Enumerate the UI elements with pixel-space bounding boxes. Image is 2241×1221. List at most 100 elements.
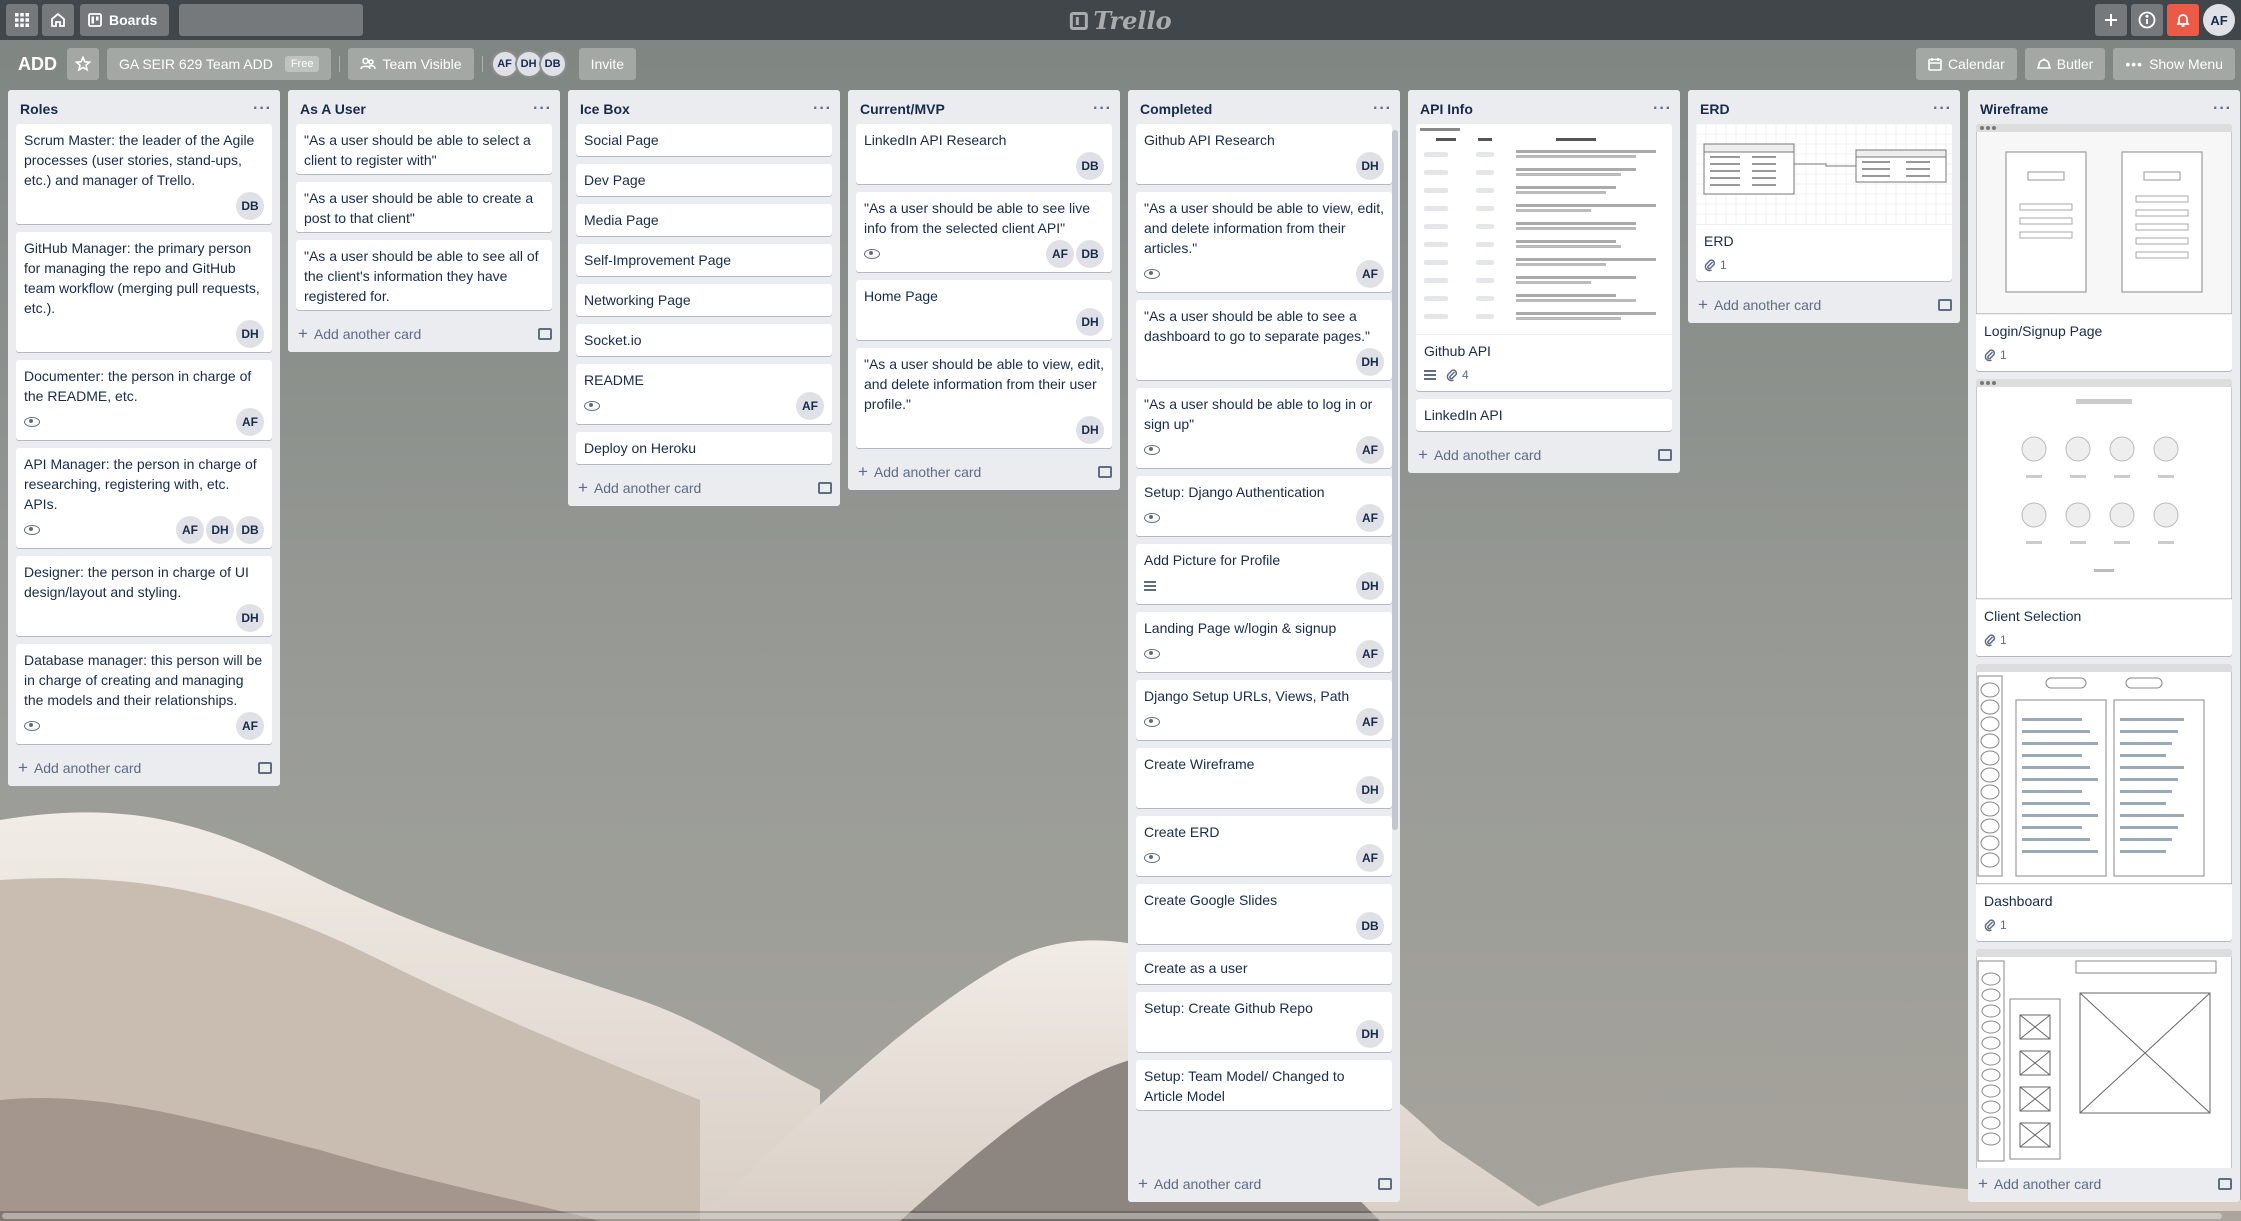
card[interactable]: "As a user should be able to view, edit,… (856, 348, 1112, 448)
add-card-button[interactable]: + Add another card (1128, 1168, 1400, 1202)
card[interactable]: GitHub Manager: the primary person for m… (16, 232, 272, 352)
card[interactable]: Setup: Team Model/ Changed to Article Mo… (1136, 1060, 1392, 1110)
card[interactable]: Deploy on Heroku (576, 432, 832, 464)
list-header[interactable]: Roles ··· (8, 90, 280, 124)
card[interactable]: LinkedIn API (1416, 399, 1672, 431)
card[interactable]: API Manager: the person in charge of res… (16, 448, 272, 548)
list-as-a-user[interactable]: As A User ··· "As a user should be able to… (288, 90, 560, 352)
card-member-avatar[interactable]: DH (1356, 152, 1384, 180)
card[interactable]: LinkedIn API Research DB (856, 124, 1112, 184)
invite-button[interactable]: Invite (578, 48, 637, 80)
list-title[interactable]: Completed (1140, 101, 1212, 117)
card[interactable]: Documenter: the person in charge of the … (16, 360, 272, 440)
list-menu-icon[interactable]: ··· (1933, 100, 1952, 118)
card-member-avatar[interactable]: AF (1356, 260, 1384, 288)
list-erd[interactable]: ERD ··· ERD 1 + Add another card (1688, 90, 1960, 323)
card[interactable]: Socket.io (576, 324, 832, 356)
card[interactable]: Create Wireframe DH (1136, 748, 1392, 808)
card[interactable]: Client Selection 1 (1976, 379, 2232, 656)
card-member-avatar[interactable]: AF (176, 516, 204, 544)
card-member-avatar[interactable]: DH (206, 516, 234, 544)
list-completed[interactable]: Completed ··· Github API Research DH "As a u… (1128, 90, 1400, 1202)
card[interactable]: "As a user should be able to create a po… (296, 182, 552, 232)
list-roles[interactable]: Roles ··· Scrum Master: the leader of the … (8, 90, 280, 786)
board-title[interactable]: ADD (10, 54, 67, 75)
list-menu-icon[interactable]: ··· (813, 100, 832, 118)
list-title[interactable]: Ice Box (580, 101, 630, 117)
visibility-button[interactable]: Team Visible (348, 48, 474, 80)
list-header[interactable]: As A User ··· (288, 90, 560, 124)
card[interactable]: Django Setup URLs, Views, Path AF (1136, 680, 1392, 740)
card-member-avatar[interactable]: DH (1356, 776, 1384, 804)
card-template-icon[interactable] (1098, 466, 1112, 478)
card-member-avatar[interactable]: AF (1356, 708, 1384, 736)
card-member-avatar[interactable]: AF (1356, 504, 1384, 532)
card[interactable]: ERD 1 (1696, 124, 1952, 281)
card[interactable]: Self-Improvement Page (576, 244, 832, 276)
card-member-avatar[interactable]: AF (1356, 844, 1384, 872)
card[interactable]: Landing Page w/login & signup AF (1136, 612, 1392, 672)
card[interactable]: Github API 4 (1416, 124, 1672, 391)
card[interactable]: Designer: the person in charge of UI des… (16, 556, 272, 636)
list-api-info[interactable]: API Info ··· Github API 4 LinkedIn API + Add … (1408, 90, 1680, 473)
add-card-button[interactable]: + Add another card (288, 318, 560, 352)
card-member-avatar[interactable]: DB (236, 516, 264, 544)
card[interactable]: Networking Page (576, 284, 832, 316)
card-template-icon[interactable] (1938, 299, 1952, 311)
card[interactable]: "As a user should be able to see a dashb… (1136, 300, 1392, 380)
card[interactable]: Social Page (576, 124, 832, 156)
card-member-avatar[interactable]: AF (1356, 436, 1384, 464)
team-button[interactable]: GA SEIR 629 Team ADD Free (107, 48, 332, 80)
member-avatar[interactable]: DB (538, 50, 567, 78)
card[interactable]: Setup: Django Authentication AF (1136, 476, 1392, 536)
card[interactable]: "As a user should be able to view, edit,… (1136, 192, 1392, 292)
card-member-avatar[interactable]: DB (1076, 152, 1104, 180)
star-board-button[interactable] (67, 48, 99, 80)
card-member-avatar[interactable]: DH (1076, 308, 1104, 336)
add-card-button[interactable]: + Add another card (568, 472, 840, 506)
card[interactable]: Articles (1976, 949, 2232, 1168)
list-menu-icon[interactable]: ··· (533, 100, 552, 118)
card-member-avatar[interactable]: AF (1356, 640, 1384, 668)
list-header[interactable]: Current/MVP ··· (848, 90, 1120, 124)
list-scrollbar[interactable] (1392, 130, 1398, 830)
list-title[interactable]: Roles (20, 101, 58, 117)
add-card-button[interactable]: + Add another card (1688, 289, 1960, 323)
card[interactable]: Login/Signup Page 1 (1976, 124, 2232, 371)
card[interactable]: "As a user should be able to log in or s… (1136, 388, 1392, 468)
list-current-mvp[interactable]: Current/MVP ··· LinkedIn API Research DB "As… (848, 90, 1120, 490)
list-ice-box[interactable]: Ice Box ··· Social Page Dev Page Media Page S… (568, 90, 840, 506)
list-title[interactable]: Wireframe (1980, 101, 2048, 117)
list-title[interactable]: ERD (1700, 101, 1730, 117)
card-member-avatar[interactable]: DH (1076, 416, 1104, 444)
card-template-icon[interactable] (258, 762, 272, 774)
list-title[interactable]: API Info (1420, 101, 1473, 117)
scrollbar-thumb[interactable] (2, 1213, 2222, 1219)
card[interactable]: Setup: Create Github Repo DH (1136, 992, 1392, 1052)
card[interactable]: Create as a user (1136, 952, 1392, 984)
card[interactable]: Dashboard 1 (1976, 664, 2232, 941)
card-member-avatar[interactable]: DH (1356, 1020, 1384, 1048)
board-horizontal-scrollbar[interactable] (0, 1211, 2241, 1221)
boards-button[interactable]: Boards (80, 4, 170, 36)
card[interactable]: Scrum Master: the leader of the Agile pr… (16, 124, 272, 224)
card[interactable]: Add Picture for Profile DH (1136, 544, 1392, 604)
add-card-button[interactable]: + Add another card (1408, 439, 1680, 473)
add-card-button[interactable]: + Add another card (848, 456, 1120, 490)
card[interactable]: "As a user should be able to see live in… (856, 192, 1112, 272)
card[interactable]: Media Page (576, 204, 832, 236)
card-template-icon[interactable] (1378, 1178, 1392, 1190)
list-menu-icon[interactable]: ··· (2213, 100, 2232, 118)
card[interactable]: Dev Page (576, 164, 832, 196)
calendar-button[interactable]: Calendar (1915, 48, 2017, 80)
create-button[interactable] (2095, 4, 2127, 36)
home-button[interactable] (42, 4, 74, 36)
add-card-button[interactable]: + Add another card (8, 752, 280, 786)
card-member-avatar[interactable]: DB (1076, 240, 1104, 268)
trello-logo[interactable]: Trello (1069, 6, 1172, 35)
list-header[interactable]: Ice Box ··· (568, 90, 840, 124)
card-template-icon[interactable] (818, 482, 832, 494)
card-member-avatar[interactable]: AF (796, 392, 824, 420)
card[interactable]: Create Google Slides DB (1136, 884, 1392, 944)
show-menu-button[interactable]: ••• Show Menu (2113, 48, 2235, 80)
